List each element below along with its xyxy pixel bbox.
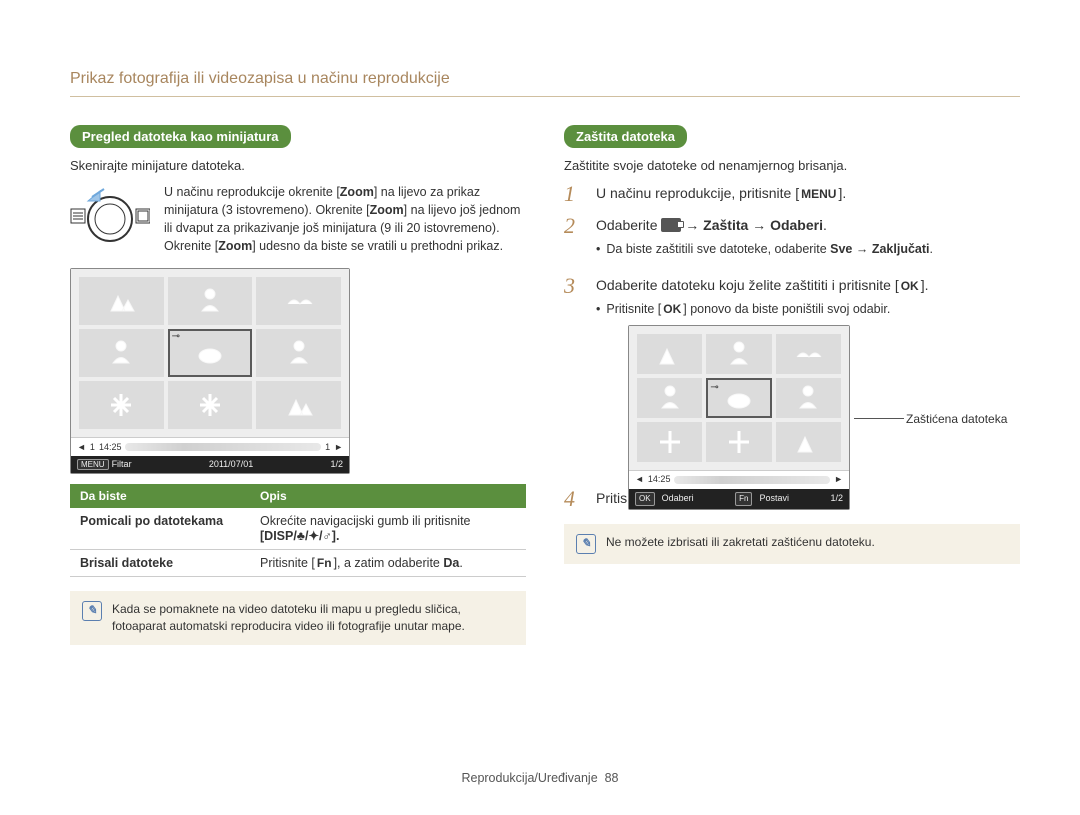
table-row: Pomicali po datotekama Okrećite navigaci… <box>70 508 526 550</box>
thumb-item <box>168 277 253 325</box>
bar-left-idx: 1 <box>90 442 95 452</box>
substep: Pritisnite [OK] ponovo da biste poništil… <box>596 300 1020 319</box>
step-3: 3 Odaberite datoteku koju želite zaštiti… <box>564 275 1020 478</box>
thumb-item <box>79 329 164 377</box>
cell-desc: Okrećite navigacijski gumb ili pritisnit… <box>250 508 526 550</box>
storage-icon <box>661 218 681 232</box>
foot-date: 2011/07/01 <box>209 459 253 469</box>
thumb-item <box>256 381 341 429</box>
menu-key-icon: MENU <box>77 459 109 470</box>
cell-desc: Pritisnite [Fn], a zatim odaberite Da. <box>250 549 526 576</box>
thumb-item-selected <box>706 378 771 418</box>
bar-strip: ◄ 1 14:25 1 ► <box>71 437 349 456</box>
step-number: 2 <box>564 215 582 265</box>
step-2: 2 Odaberite → Zaštita → Odaberi. Da bist… <box>564 215 1020 265</box>
thumb-item <box>79 277 164 325</box>
step-1: 1 U načinu reprodukcije, pritisnite [MEN… <box>564 183 1020 205</box>
right-subhead: Zaštitite svoje datoteke od nenamjernog … <box>564 158 1020 173</box>
foot-pages: 1/2 <box>830 492 843 506</box>
note-box: ✎ Kada se pomaknete na video datoteku il… <box>70 591 526 646</box>
protect-screenshot: ◄ 14:25 ► OKOdaberi FnPostavi 1/2 <box>628 325 850 510</box>
bar-strip: ◄ 14:25 ► <box>629 470 849 489</box>
left-column: Pregled datoteka kao minijatura Skeniraj… <box>70 125 526 645</box>
step-number: 1 <box>564 183 582 205</box>
table-header-action: Da biste <box>70 484 250 508</box>
foot-pages: 1/2 <box>330 459 343 469</box>
info-icon: ✎ <box>82 601 102 621</box>
thumb-item <box>706 334 771 374</box>
thumb-item <box>776 422 841 462</box>
steps-list: 1 U načinu reprodukcije, pritisnite [MEN… <box>564 183 1020 510</box>
thumb-item-selected <box>168 329 253 377</box>
section-label-thumbnails: Pregled datoteka kao minijatura <box>70 125 291 148</box>
actions-table: Da biste Opis Pomicali po datotekama Okr… <box>70 484 526 577</box>
bar-index: 1 <box>325 442 330 452</box>
content-columns: Pregled datoteka kao minijatura Skeniraj… <box>70 125 1020 645</box>
thumb-item <box>776 334 841 374</box>
thumb-item <box>706 422 771 462</box>
step-number: 3 <box>564 275 582 478</box>
thumb-item <box>637 422 702 462</box>
screenshot-footer: OKOdaberi FnPostavi 1/2 <box>629 489 849 509</box>
page-footer: Reprodukcija/Uređivanje 88 <box>0 771 1080 785</box>
left-subhead: Skenirajte minijature datoteka. <box>70 158 526 173</box>
step-number: 4 <box>564 488 582 510</box>
thumb-item <box>637 378 702 418</box>
note-text: Kada se pomaknete na video datoteku ili … <box>112 601 514 636</box>
fn-key-icon: Fn <box>735 492 752 506</box>
callout-text: Zaštićena datoteka <box>906 410 1007 428</box>
zoom-dial-icon <box>70 183 150 253</box>
cell-action: Pomicali po datotekama <box>70 508 250 550</box>
right-column: Zaštita datoteka Zaštitite svoje datotek… <box>564 125 1020 645</box>
thumb-item <box>776 378 841 418</box>
thumbnail-view-screenshot: ◄ 1 14:25 1 ► MENUFiltar 2011/07/01 1/2 <box>70 268 350 474</box>
bar-time: 14:25 <box>648 473 671 487</box>
thumb-item <box>256 329 341 377</box>
thumb-item <box>168 381 253 429</box>
section-label-protect: Zaštita datoteka <box>564 125 687 148</box>
thumb-item <box>79 381 164 429</box>
ok-key-icon: OK <box>635 492 655 506</box>
table-header-desc: Opis <box>250 484 526 508</box>
thumb-item <box>256 277 341 325</box>
screenshot-footer: MENUFiltar 2011/07/01 1/2 <box>71 456 349 473</box>
bar-time: 14:25 <box>99 442 122 452</box>
note-box: ✎ Ne možete izbrisati ili zakretati zašt… <box>564 524 1020 564</box>
zoom-instruction-row: U načinu reprodukcije okrenite [Zoom] na… <box>70 183 526 256</box>
zoom-instruction-text: U načinu reprodukcije okrenite [Zoom] na… <box>164 183 526 256</box>
table-row: Brisali datoteke Pritisnite [Fn], a zati… <box>70 549 526 576</box>
page-title: Prikaz fotografija ili videozapisa u nač… <box>70 70 1020 97</box>
thumb-item <box>637 334 702 374</box>
cell-action: Brisali datoteke <box>70 549 250 576</box>
note-text: Ne možete izbrisati ili zakretati zaštić… <box>606 534 875 551</box>
info-icon: ✎ <box>576 534 596 554</box>
substep: Da biste zaštitili sve datoteke, odaberi… <box>596 240 1020 259</box>
